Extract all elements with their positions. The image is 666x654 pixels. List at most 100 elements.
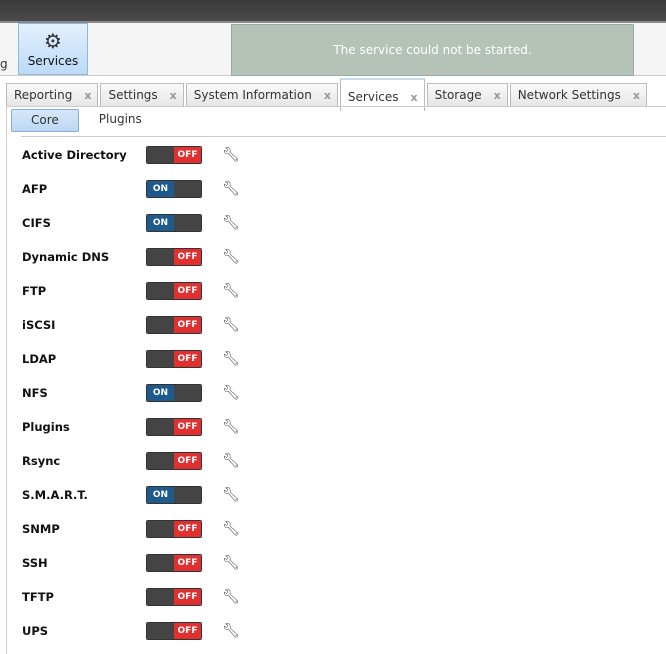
close-icon[interactable]: x [170, 89, 177, 102]
close-icon[interactable]: x [324, 89, 331, 102]
service-row: Dynamic DNS OFF 🔧︎ [22, 247, 240, 267]
close-icon[interactable]: x [84, 89, 91, 102]
service-name: AFP [22, 182, 48, 196]
service-toggle[interactable]: OFF [146, 418, 202, 436]
service-toggle[interactable]: OFF [146, 146, 202, 164]
wrench-icon[interactable]: 🔧︎ [222, 215, 240, 231]
toggle-off-label: OFF [174, 317, 201, 333]
toggle-knob [147, 351, 174, 367]
toggle-knob [147, 419, 174, 435]
service-row: S.M.A.R.T. ON 🔧︎ [22, 485, 240, 505]
toggle-on-label: ON [147, 385, 174, 401]
service-row: SSH OFF 🔧︎ [22, 553, 240, 573]
wrench-icon[interactable]: 🔧︎ [222, 521, 240, 537]
service-row: Plugins OFF 🔧︎ [22, 417, 240, 437]
service-name: NFS [22, 386, 48, 400]
service-toggle[interactable]: ON [146, 384, 202, 402]
service-toggle[interactable]: OFF [146, 452, 202, 470]
services-toolbar-label: Services [27, 54, 79, 68]
toggle-off-label: OFF [174, 555, 201, 571]
toggle-knob [147, 555, 174, 571]
service-toggle[interactable]: OFF [146, 622, 202, 640]
tab-label: Reporting [14, 88, 73, 102]
service-toggle[interactable]: ON [146, 214, 202, 232]
toggle-on-label: ON [147, 215, 174, 231]
toggle-knob [174, 181, 201, 197]
subtab-plugins[interactable]: Plugins [83, 109, 158, 130]
wrench-icon[interactable]: 🔧︎ [222, 453, 240, 469]
toggle-off-label: OFF [174, 521, 201, 537]
service-row: Rsync OFF 🔧︎ [22, 451, 240, 471]
wrench-icon[interactable]: 🔧︎ [222, 623, 240, 639]
service-row: NFS ON 🔧︎ [22, 383, 240, 403]
wrench-icon[interactable]: 🔧︎ [222, 147, 240, 163]
service-row: SNMP OFF 🔧︎ [22, 519, 240, 539]
toggle-off-label: OFF [174, 453, 201, 469]
tab-label: Network Settings [517, 88, 621, 102]
toolbar-item-partial[interactable]: g [0, 57, 8, 71]
tab-system-information[interactable]: System Information x [185, 83, 338, 106]
tab-label: Settings [108, 88, 158, 102]
service-toggle[interactable]: ON [146, 180, 202, 198]
service-toggle[interactable]: OFF [146, 350, 202, 368]
toggle-on-label: ON [147, 487, 174, 503]
service-name: LDAP [22, 352, 57, 366]
close-icon[interactable]: x [411, 91, 418, 104]
service-toggle[interactable]: OFF [146, 282, 202, 300]
toggle-off-label: OFF [174, 623, 201, 639]
tab-network-settings[interactable]: Network Settings x [509, 83, 647, 106]
wrench-icon[interactable]: 🔧︎ [222, 283, 240, 299]
toggle-off-label: OFF [174, 589, 201, 605]
tab-reporting[interactable]: Reporting x [6, 83, 99, 106]
toggle-off-label: OFF [174, 419, 201, 435]
toggle-knob [147, 147, 174, 163]
toggle-knob [147, 589, 174, 605]
wrench-icon[interactable]: 🔧︎ [222, 589, 240, 605]
service-toggle[interactable]: OFF [146, 554, 202, 572]
subtab-core[interactable]: Core [11, 109, 79, 132]
close-icon[interactable]: x [494, 89, 501, 102]
service-toggle[interactable]: OFF [146, 588, 202, 606]
close-icon[interactable]: x [633, 89, 640, 102]
service-row: Active Directory OFF 🔧︎ [22, 145, 240, 165]
toggle-knob [147, 521, 174, 537]
toggle-knob [147, 453, 174, 469]
toggle-knob [147, 283, 174, 299]
tab-label: Services [347, 90, 399, 104]
tab-label: System Information [193, 88, 312, 102]
service-toggle[interactable]: OFF [146, 248, 202, 266]
service-name: Plugins [22, 420, 70, 434]
tab-storage[interactable]: Storage x [426, 83, 508, 106]
service-name: Rsync [22, 454, 61, 468]
wrench-icon[interactable]: 🔧︎ [222, 317, 240, 333]
service-name: TFTP [22, 590, 54, 604]
service-name: S.M.A.R.T. [22, 488, 88, 502]
service-row: TFTP OFF 🔧︎ [22, 587, 240, 607]
toggle-off-label: OFF [174, 351, 201, 367]
service-toggle[interactable]: OFF [146, 520, 202, 538]
service-name: SSH [22, 556, 48, 570]
tab-label: Storage [434, 88, 482, 102]
service-row: LDAP OFF 🔧︎ [22, 349, 240, 369]
tab-bar: Reporting x Settings x System Information x Se… [6, 78, 647, 111]
wrench-icon[interactable]: 🔧︎ [222, 419, 240, 435]
service-name: UPS [22, 624, 49, 638]
wrench-icon[interactable]: 🔧︎ [222, 351, 240, 367]
wrench-icon[interactable]: 🔧︎ [222, 555, 240, 571]
toggle-off-label: OFF [174, 249, 201, 265]
service-name: Dynamic DNS [22, 250, 110, 264]
service-toggle[interactable]: OFF [146, 316, 202, 334]
toggle-knob [174, 215, 201, 231]
wrench-icon[interactable]: 🔧︎ [222, 181, 240, 197]
service-name: SNMP [22, 522, 60, 536]
wrench-icon[interactable]: 🔧︎ [222, 249, 240, 265]
services-toolbar-button[interactable]: ⚙ Services [18, 23, 88, 75]
toggle-knob [147, 623, 174, 639]
service-name: iSCSI [22, 318, 56, 332]
wrench-icon[interactable]: 🔧︎ [222, 487, 240, 503]
service-toggle[interactable]: ON [146, 486, 202, 504]
divider [21, 136, 666, 137]
tab-settings[interactable]: Settings x [100, 83, 184, 106]
wrench-icon[interactable]: 🔧︎ [222, 385, 240, 401]
service-name: FTP [22, 284, 47, 298]
